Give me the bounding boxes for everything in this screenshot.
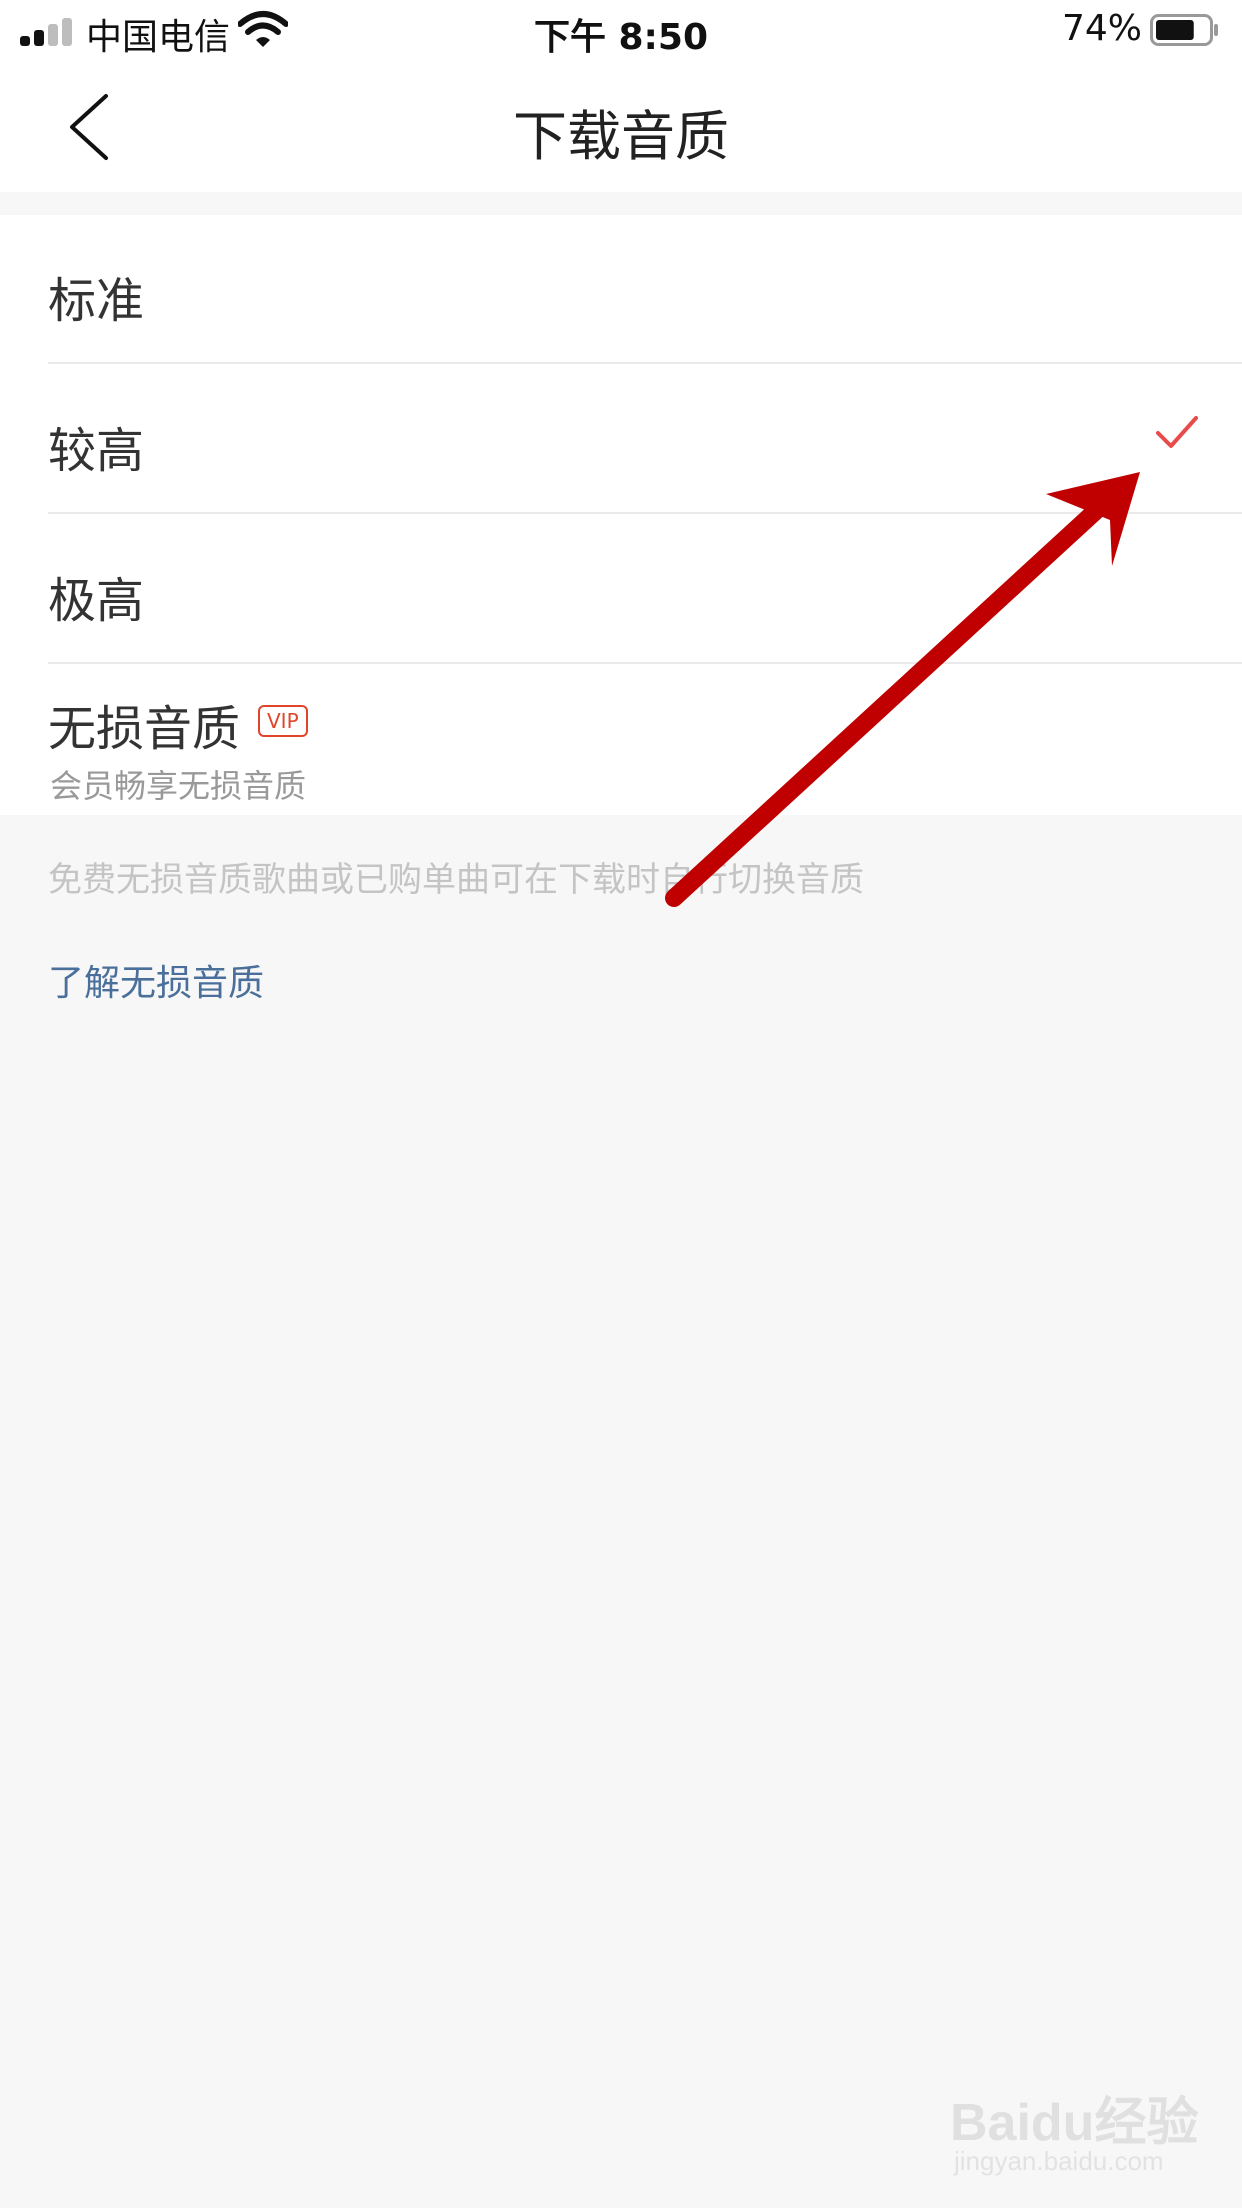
nav-bar: 下载音质 — [0, 62, 1242, 192]
watermark-url: jingyan.baidu.com — [954, 2146, 1164, 2176]
page-title: 下载音质 — [513, 105, 729, 168]
vip-badge: VIP — [258, 705, 308, 737]
divider — [48, 512, 1242, 514]
status-time: 下午 8:50 — [533, 17, 709, 58]
baidu-watermark: Baidu经验 jingyan.baidu.com — [950, 2080, 1230, 2180]
divider — [48, 662, 1242, 664]
option-standard[interactable]: 标准 — [0, 215, 1242, 364]
status-bar: 中国电信 下午 8:50 74% — [0, 0, 1242, 62]
checkmark-icon — [1156, 416, 1198, 448]
option-lossless[interactable]: 无损音质 VIP 会员畅享无损音质 — [0, 665, 1242, 815]
option-high[interactable]: 较高 — [0, 365, 1242, 514]
option-very-high[interactable]: 极高 — [0, 515, 1242, 664]
option-label: 无损音质 — [48, 701, 241, 757]
option-label: 标准 — [48, 273, 145, 329]
lossless-note: 免费无损音质歌曲或已购单曲可在下载时自行切换音质 — [48, 860, 864, 900]
learn-lossless-link[interactable]: 了解无损音质 — [48, 954, 264, 1006]
option-label: 极高 — [48, 573, 145, 629]
battery-icon — [1150, 14, 1218, 46]
battery-percent: 74% — [1061, 8, 1142, 49]
quality-option-list: 标准 较高 极高 无损音质 VIP 会员畅享无损音质 — [0, 215, 1242, 815]
option-subtitle: 会员畅享无损音质 — [50, 767, 307, 805]
option-label: 较高 — [48, 423, 145, 479]
watermark-logo: Baidu经验 — [950, 2094, 1199, 2152]
divider — [48, 362, 1242, 364]
